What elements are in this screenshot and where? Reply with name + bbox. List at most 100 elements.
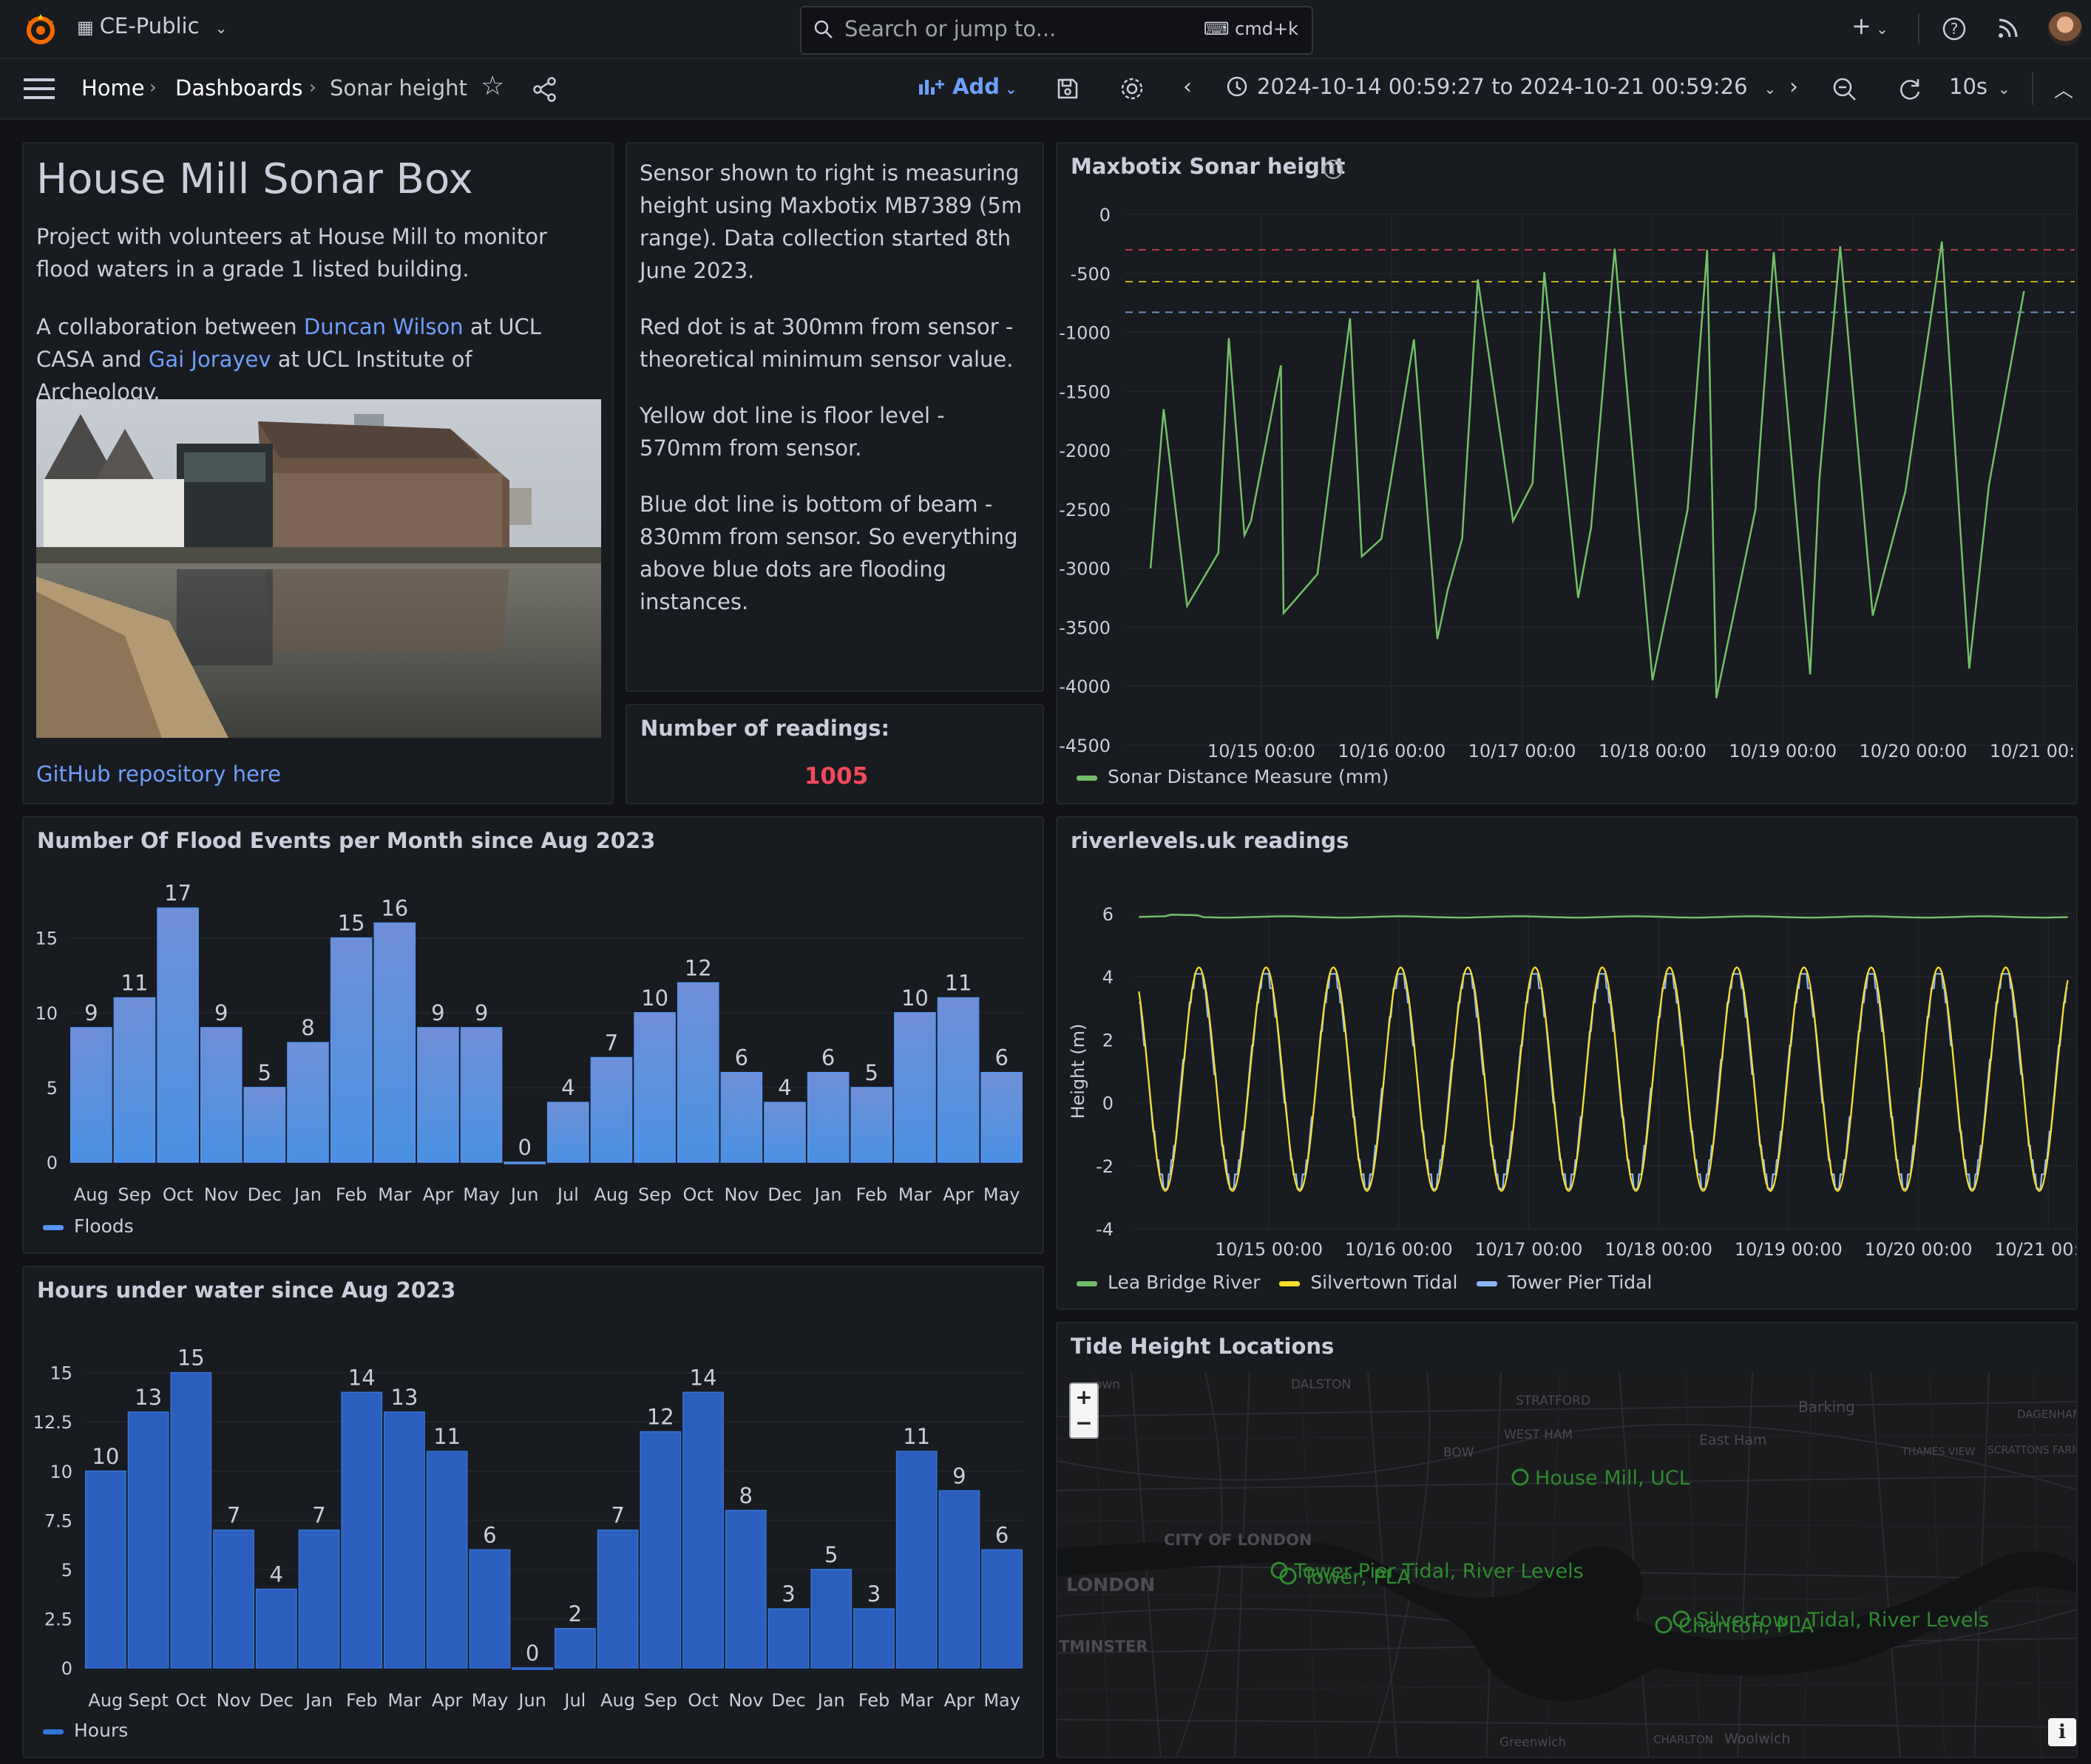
chevron-down-icon: ⌄	[214, 19, 228, 37]
bar[interactable]	[460, 1027, 503, 1163]
bar[interactable]	[677, 982, 719, 1163]
bar[interactable]	[810, 1569, 853, 1669]
add-label: Add	[952, 74, 1000, 99]
breadcrumb-dashboards[interactable]: Dashboards	[175, 75, 302, 101]
bar-value-label: 8	[739, 1483, 753, 1508]
star-icon[interactable]: ☆	[481, 71, 504, 101]
bar[interactable]	[417, 1027, 459, 1163]
bar[interactable]	[512, 1667, 554, 1670]
legend-swatch	[1477, 1280, 1498, 1286]
time-back-chevron-icon[interactable]: ‹	[1183, 74, 1192, 100]
x-tick-label: 10/16 00:00	[1345, 1239, 1453, 1260]
x-tick-label: 10/18 00:00	[1604, 1239, 1712, 1260]
bar[interactable]	[764, 1102, 806, 1163]
legend-item-lea-bridge[interactable]: Lea Bridge River	[1077, 1272, 1260, 1293]
bar[interactable]	[895, 1451, 938, 1669]
x-tick-label: May	[472, 1690, 509, 1711]
duncan-wilson-link[interactable]: Duncan Wilson	[304, 314, 464, 339]
bar[interactable]	[980, 1071, 1023, 1163]
bar-value-label: 0	[518, 1135, 531, 1160]
bar[interactable]	[157, 907, 199, 1163]
map-zoom-out-button[interactable]: −	[1069, 1411, 1099, 1439]
bar[interactable]	[597, 1529, 639, 1669]
bar[interactable]	[426, 1451, 468, 1669]
collapse-chevron-up-icon[interactable]: ︿	[2054, 75, 2073, 103]
bar[interactable]	[682, 1391, 724, 1669]
save-icon[interactable]	[1056, 77, 1080, 101]
legend-item-silvertown[interactable]: Silvertown Tidal	[1279, 1272, 1457, 1293]
zoom-out-icon[interactable]	[1832, 77, 1857, 102]
bar[interactable]	[634, 1012, 676, 1163]
breadcrumb-home[interactable]: Home	[81, 75, 145, 101]
bar[interactable]	[938, 1490, 980, 1669]
bar-value-label: 11	[903, 1424, 930, 1449]
map-place-label: WEST HAM	[1504, 1428, 1573, 1442]
bar[interactable]	[640, 1431, 682, 1669]
map-place-label: DALSTON	[1291, 1377, 1351, 1392]
share-icon[interactable]	[532, 77, 558, 102]
gai-jorayev-link[interactable]: Gai Jorayev	[149, 347, 271, 372]
add-panel-button[interactable]: Add ⌄	[918, 74, 1017, 99]
sonar-legend-item[interactable]: Sonar Distance Measure (mm)	[1077, 766, 1389, 787]
x-tick-label: 10/17 00:00	[1468, 741, 1576, 761]
bar[interactable]	[113, 997, 156, 1163]
avatar[interactable]	[2048, 12, 2082, 46]
x-tick-label: Mar	[378, 1184, 411, 1205]
bar[interactable]	[170, 1371, 212, 1669]
search-input[interactable]: Search or jump to... ⌨ cmd+k	[800, 6, 1313, 55]
bar[interactable]	[937, 997, 980, 1163]
map-canvas[interactable]: DALSTON STRATFORD Barking WEST HAM East …	[1057, 1372, 2078, 1758]
bar[interactable]	[84, 1470, 126, 1669]
help-icon[interactable]: ?	[1942, 16, 1967, 41]
bar[interactable]	[504, 1161, 546, 1164]
bar[interactable]	[767, 1608, 810, 1669]
x-tick-label: Feb	[856, 1184, 888, 1205]
top-bar: ▦ CE-Public ⌄ Search or jump to... ⌨ cmd+…	[0, 0, 2091, 59]
grafana-logo-icon[interactable]	[22, 10, 59, 47]
bar-value-label: 5	[258, 1060, 271, 1085]
bar[interactable]	[341, 1391, 383, 1669]
bar[interactable]	[554, 1628, 596, 1669]
rss-icon[interactable]	[1996, 16, 2020, 40]
bar[interactable]	[469, 1549, 511, 1669]
bar[interactable]	[853, 1608, 895, 1669]
bar[interactable]	[547, 1102, 589, 1163]
bar[interactable]	[213, 1529, 254, 1669]
bar-value-label: 6	[994, 1045, 1008, 1071]
map-zoom-in-button[interactable]: +	[1069, 1383, 1099, 1412]
org-switcher[interactable]: ▦ CE-Public ⌄	[77, 13, 228, 38]
keyboard-icon: ⌨	[1203, 18, 1236, 39]
time-range-picker[interactable]: 2024-10-14 00:59:27 to 2024-10-21 00:59:…	[1226, 74, 1776, 99]
bar[interactable]	[243, 1087, 286, 1163]
bar[interactable]	[298, 1529, 340, 1669]
menu-icon[interactable]	[24, 77, 55, 101]
search-icon	[814, 20, 833, 38]
github-repository-link[interactable]: GitHub repository here	[36, 761, 281, 787]
refresh-interval-picker[interactable]: 10s ⌄	[1949, 74, 2010, 99]
bar[interactable]	[287, 1042, 329, 1163]
y-tick-label: 10	[35, 1003, 58, 1024]
bar[interactable]	[850, 1087, 893, 1163]
bar[interactable]	[70, 1027, 112, 1163]
map-info-button[interactable]: i	[2048, 1718, 2076, 1746]
legend-item-tower-pier[interactable]: Tower Pier Tidal	[1477, 1272, 1652, 1293]
settings-gear-icon[interactable]	[1119, 76, 1145, 101]
bar[interactable]	[384, 1411, 425, 1669]
bar[interactable]	[200, 1027, 243, 1163]
bar[interactable]	[725, 1510, 767, 1669]
bar[interactable]	[894, 1012, 936, 1163]
bar[interactable]	[590, 1056, 633, 1163]
bar[interactable]	[127, 1411, 169, 1669]
floods-legend-item[interactable]: Floods	[43, 1215, 134, 1237]
bar[interactable]	[981, 1549, 1023, 1669]
x-tick-label: Jul	[563, 1690, 586, 1711]
refresh-icon[interactable]	[1897, 77, 1922, 102]
new-menu-button[interactable]: + ⌄	[1851, 12, 1888, 40]
time-forward-chevron-icon[interactable]: ›	[1789, 74, 1798, 100]
bar[interactable]	[720, 1071, 763, 1163]
hours-legend-item[interactable]: Hours	[43, 1720, 128, 1741]
bar[interactable]	[330, 937, 373, 1163]
bar[interactable]	[807, 1071, 850, 1163]
bar[interactable]	[255, 1588, 297, 1669]
bar[interactable]	[373, 922, 416, 1163]
